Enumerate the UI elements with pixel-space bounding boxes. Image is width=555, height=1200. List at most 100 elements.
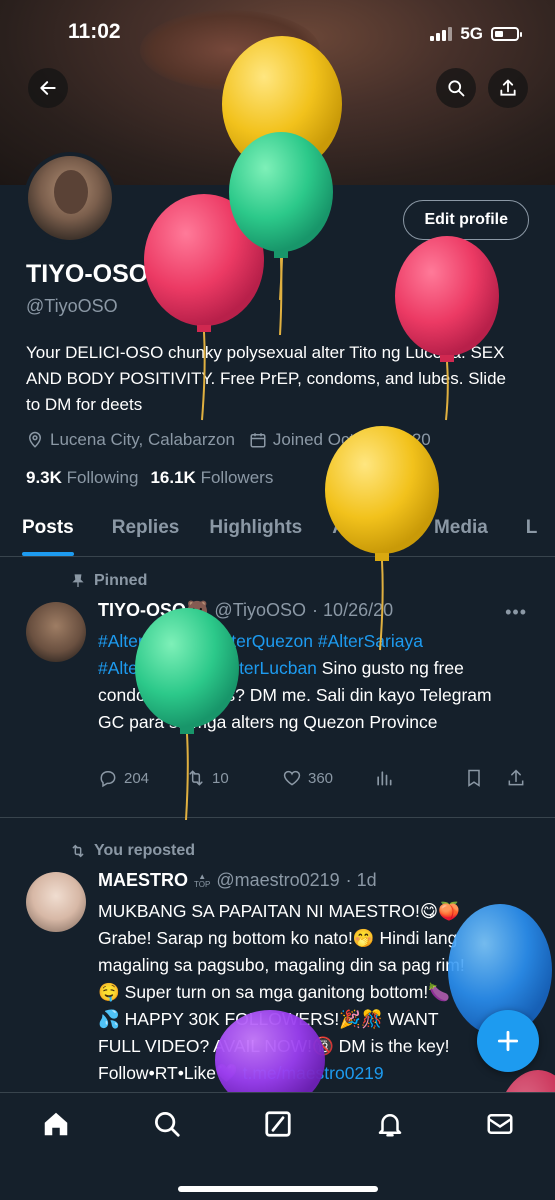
plus-icon (497, 1030, 519, 1052)
location: Lucena City, Calabarzon (26, 430, 235, 450)
repost-button[interactable]: 10 (186, 768, 282, 788)
tab-media[interactable]: Media (434, 505, 488, 556)
tweet-header: MAESTRO ▲ TOP @maestro0219 · 1d (98, 870, 377, 891)
compose-button[interactable] (477, 1010, 539, 1072)
home-indicator (178, 1186, 378, 1192)
heart-icon (283, 770, 301, 786)
bookmark-button[interactable] (464, 768, 506, 788)
tweet-avatar[interactable] (26, 602, 86, 662)
tweet-line: 🤤 Super turn on sa mga ganitong bottom!🍆 (98, 982, 450, 1002)
repost-context: You reposted (70, 842, 195, 860)
search-button[interactable] (436, 68, 476, 108)
bear-emoji: 🐻 (155, 260, 187, 288)
top-badge-label: TOP (194, 879, 211, 889)
profile-name: TIYO-OSO 🐻 (26, 260, 186, 289)
hashtag[interactable]: #AlterLucena (98, 631, 201, 651)
tweet-author-name[interactable]: TIYO-OSO🐻 (98, 600, 208, 621)
hashtag[interactable]: #AlterQuezon (206, 631, 313, 651)
search-icon (448, 80, 465, 97)
tweet-text: #AlterLucena #AlterQuezon #AlterSariaya … (98, 628, 518, 736)
following-count: 9.3K (26, 468, 62, 487)
following-label: Following (66, 468, 139, 487)
tweet-author-name[interactable]: MAESTRO (98, 870, 188, 891)
bookmark-icon (468, 769, 480, 787)
tweet-line: Follow•RT•Like💜 t.me/maestro0219 (98, 1060, 518, 1087)
tweet-author-handle: @TiyoOSO (214, 600, 307, 620)
following-link[interactable]: 9.3K Following (26, 468, 138, 488)
tweet-line: Grabe! Sarap ng bottom ko nato!🤭 Hindi l… (98, 928, 458, 948)
status-time: 11:02 (68, 20, 121, 43)
profile-bio: Your DELICI-OSO chunky polysexual alter … (26, 343, 506, 414)
location-text: Lucena City, Calabarzon (50, 430, 235, 449)
follow-stats: 9.3K Following 16.1K Followers (26, 468, 273, 488)
repost-icon (72, 844, 84, 858)
tab-articles[interactable]: Articles (332, 505, 402, 556)
tweet-text: MUKBANG SA PAPAITAN NI MAESTRO!😋🍑 Grabe!… (98, 898, 518, 1087)
tweet-link[interactable]: t.me/maestro0219 (243, 1063, 384, 1083)
back-button[interactable] (28, 68, 68, 108)
tweet-line: FULL VIDEO? AVAIL NOW!🔞 DM is the key! (98, 1036, 450, 1056)
hashtag[interactable]: #AlterSariaya (318, 631, 423, 651)
search-icon[interactable] (152, 1109, 182, 1139)
bottom-navigation (0, 1092, 555, 1200)
tweet-pinned[interactable]: Pinned TIYO-OSO🐻 @TiyoOSO · 10/26/20 •••… (0, 560, 555, 818)
battery-icon (491, 27, 522, 41)
like-count: 360 (308, 769, 334, 787)
tab-posts[interactable]: Posts (22, 505, 74, 556)
status-bar: 11:02 5G (0, 0, 555, 66)
grok-icon[interactable] (263, 1109, 293, 1139)
tweet-repost[interactable]: You reposted MAESTRO ▲ TOP @maestro0219 ·… (0, 830, 555, 1092)
home-icon[interactable] (41, 1109, 71, 1139)
tweet-avatar[interactable] (26, 872, 86, 932)
repost-icon (189, 770, 203, 786)
share-tweet-button[interactable] (506, 768, 526, 788)
share-icon (508, 769, 524, 786)
pinned-context: Pinned (70, 572, 147, 590)
bell-icon[interactable] (375, 1109, 405, 1139)
like-button[interactable]: 360 (282, 768, 374, 788)
followers-link[interactable]: 16.1K Followers (150, 468, 273, 488)
mail-icon[interactable] (485, 1109, 515, 1139)
profile-avatar[interactable] (24, 152, 116, 244)
joined-text: Joined October 2020 (272, 430, 431, 449)
tweet-line: magaling sa pagsubo, magaling din sa pag… (98, 955, 465, 975)
share-icon (500, 79, 516, 96)
top-badge: ▲ TOP (194, 871, 211, 889)
share-button[interactable] (488, 68, 528, 108)
views-button[interactable] (374, 768, 464, 788)
more-options-icon[interactable]: ••• (505, 602, 527, 623)
reply-button[interactable]: 204 (98, 768, 186, 788)
pin-icon (72, 574, 84, 587)
calendar-icon (250, 433, 266, 448)
reply-count: 204 (124, 769, 150, 787)
context-label: Pinned (94, 572, 148, 589)
profile-name-text: TIYO-OSO (26, 260, 149, 288)
signal-icon (430, 27, 453, 41)
tweet-date: · 1d (345, 870, 377, 890)
network-label: 5G (460, 24, 483, 43)
followers-label: Followers (200, 468, 274, 487)
tab-highlights[interactable]: Highlights (209, 505, 302, 556)
tweet-actions: 204 10 360 (98, 768, 528, 788)
tweet-line: 💦 HAPPY 30K FOLLOWERS!🎉🎊 WANT (98, 1009, 439, 1029)
followers-count: 16.1K (150, 468, 196, 487)
tweet-date: · 10/26/20 (312, 600, 394, 620)
location-pin-icon (28, 431, 42, 448)
tweet-author-handle: @maestro0219 (216, 870, 340, 890)
arrow-left-icon (40, 81, 56, 95)
hashtag[interactable]: #AlterTayabas (98, 658, 209, 678)
profile-handle: @TiyoOSO (26, 296, 118, 316)
profile-meta: Lucena City, Calabarzon Joined October 2… (26, 430, 431, 450)
profile-tabs: Posts Replies Highlights Articles Media … (0, 505, 555, 557)
repost-count: 10 (212, 769, 229, 787)
tab-likes[interactable]: L (526, 505, 538, 556)
context-label: You reposted (94, 842, 196, 859)
edit-profile-button[interactable]: Edit profile (403, 200, 529, 240)
hashtag[interactable]: #AlterLucban (214, 658, 317, 678)
joined-date: Joined October 2020 (249, 430, 431, 450)
analytics-icon (377, 771, 392, 786)
status-icons: 5G (430, 24, 522, 44)
reply-icon (100, 771, 116, 788)
tweet-header: TIYO-OSO🐻 @TiyoOSO · 10/26/20 (98, 600, 393, 621)
tab-replies[interactable]: Replies (112, 505, 180, 556)
